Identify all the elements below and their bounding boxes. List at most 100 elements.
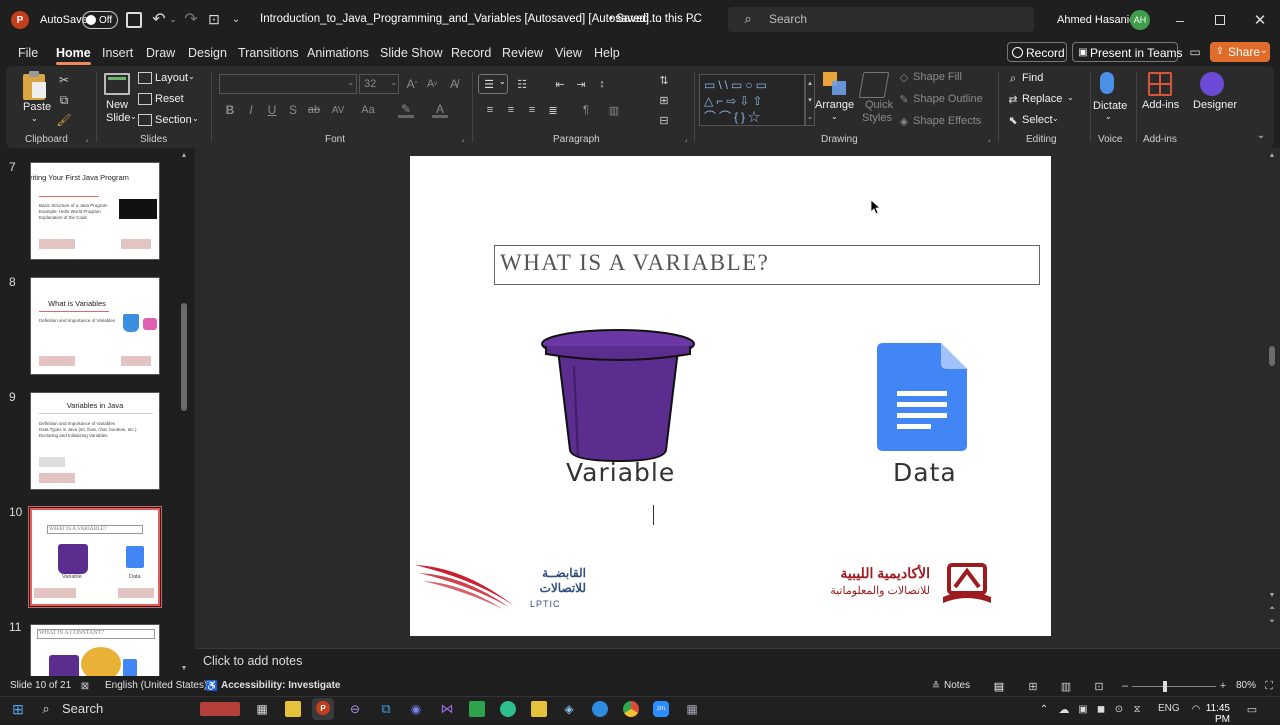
find-button[interactable]: Find — [1022, 72, 1043, 84]
paste-icon[interactable] — [23, 71, 46, 100]
slide-title[interactable]: WHAT IS A VARIABLE? — [500, 250, 769, 276]
shape-effects-button[interactable]: Shape Effects — [913, 115, 981, 127]
spelling-icon[interactable]: ⊠ — [78, 679, 92, 693]
powerpoint-taskbar-icon[interactable]: P — [312, 698, 334, 720]
decrease-indent-icon[interactable]: ⇤ — [552, 76, 568, 92]
visual-studio-icon[interactable]: ⋈ — [439, 701, 455, 717]
font-size-dropdown[interactable]: 32 ⌄ — [359, 74, 399, 94]
slide-scrollbar[interactable] — [1269, 346, 1275, 366]
language-indicator[interactable]: English (United States) — [105, 680, 207, 691]
teams-icon[interactable]: ◉ — [408, 701, 424, 717]
tab-file[interactable]: File — [18, 46, 38, 60]
tab-slide-show[interactable]: Slide Show — [380, 46, 443, 60]
present-icon[interactable]: ⊡ — [205, 10, 223, 28]
reading-view-icon[interactable]: ▥ — [1059, 679, 1073, 693]
character-spacing-icon[interactable]: AV — [328, 102, 348, 118]
align-center-icon[interactable]: ≡ — [503, 102, 519, 118]
tab-review[interactable]: Review — [502, 46, 543, 60]
document-image[interactable] — [877, 343, 969, 451]
shape-outline-button[interactable]: Shape Outline — [913, 93, 983, 105]
addins-icon[interactable] — [1148, 72, 1172, 96]
cloud-icon[interactable] — [592, 701, 608, 717]
app-tray-icon[interactable]: ◼ — [1093, 701, 1109, 717]
arrange-icon[interactable] — [823, 72, 849, 98]
user-name[interactable]: Ahmed Hasanien — [1057, 14, 1141, 26]
align-right-icon[interactable]: ≡ — [524, 102, 540, 118]
strikethrough-icon[interactable]: ab — [306, 102, 322, 118]
notes-pane[interactable]: Click to add notes — [195, 648, 1280, 676]
text-direction-vertical-icon[interactable]: ⇅ — [656, 72, 672, 88]
store-icon[interactable] — [469, 701, 485, 717]
calculator-icon[interactable]: ▦ — [684, 701, 700, 717]
customize-toolbar-icon[interactable]: ⌄ — [230, 10, 242, 28]
addins-button[interactable]: Add-ins — [1142, 99, 1179, 111]
accessibility-status[interactable]: Accessibility: Investigate — [221, 680, 341, 691]
reset-button[interactable]: Reset — [155, 93, 184, 105]
increase-font-icon[interactable]: A ^ — [404, 76, 420, 92]
select-button[interactable]: Select — [1022, 114, 1053, 126]
collapse-ribbon-icon[interactable]: ⌄ — [1254, 128, 1268, 142]
notes-toggle[interactable]: Notes — [944, 680, 970, 691]
close-icon[interactable]: ✕ — [1250, 10, 1270, 30]
line-spacing-icon[interactable]: ↕ — [594, 76, 610, 92]
chevron-up-icon[interactable]: ⌃ — [1038, 701, 1050, 717]
dialog-launcher-icon[interactable]: ⌟ — [458, 134, 468, 144]
slide-thumbnail-11[interactable]: WHAT IS A CONSTANT? — [30, 624, 160, 678]
clock[interactable]: 11:45 PM — [1190, 703, 1230, 725]
slideshow-icon[interactable]: ⊡ — [1092, 679, 1106, 693]
slide-thumbnail-8[interactable]: What is Variables Definition and Importa… — [30, 277, 160, 375]
quick-styles-button[interactable]: Quick — [865, 99, 893, 111]
shapes-gallery[interactable]: ▭\\▭○▭ △⌐⇨⇩⇧ ⌒⌒{}☆ — [699, 74, 805, 126]
decrease-font-icon[interactable]: Av — [424, 76, 440, 92]
replace-button[interactable]: Replace — [1022, 93, 1062, 105]
bucket-image[interactable] — [540, 326, 695, 463]
undo-icon[interactable]: ↶ — [150, 10, 168, 28]
underline-icon[interactable]: U — [264, 102, 280, 118]
save-icon[interactable] — [126, 12, 142, 28]
undo-dropdown-icon[interactable]: ⌄ — [168, 10, 178, 28]
quick-styles-icon[interactable] — [858, 72, 890, 98]
slide-thumbnail-9[interactable]: Variables in Java Definition and Importa… — [30, 392, 160, 490]
taskbar-search-label[interactable]: Search — [62, 701, 103, 716]
app-icon[interactable]: ◈ — [561, 701, 577, 717]
app-tray-icon[interactable]: ▣ — [1075, 701, 1091, 717]
language-indicator[interactable]: ENG — [1158, 703, 1180, 714]
folder-icon[interactable] — [531, 701, 547, 717]
clear-formatting-icon[interactable]: A̸ — [446, 76, 462, 92]
columns-icon[interactable]: ▥ — [606, 102, 622, 118]
autosave-toggle[interactable]: Off — [82, 11, 118, 29]
desktop-icon[interactable]: ▦ — [254, 701, 270, 717]
cut-icon[interactable]: ✂ — [56, 72, 72, 88]
section-button[interactable]: Section — [155, 114, 192, 126]
dialog-launcher-icon[interactable]: ⌟ — [82, 134, 92, 144]
dictate-button[interactable]: Dictate — [1093, 100, 1127, 112]
slide[interactable]: WHAT IS A VARIABLE? Variable Data القابض… — [410, 156, 1051, 636]
new-slide-icon[interactable] — [104, 73, 130, 95]
tab-design[interactable]: Design — [188, 46, 227, 60]
record-button[interactable]: Record — [1007, 42, 1067, 62]
shape-fill-button[interactable]: Shape Fill — [913, 71, 962, 83]
align-left-icon[interactable]: ≡ — [482, 102, 498, 118]
paste-button[interactable]: Paste — [23, 101, 51, 113]
zoom-slider[interactable] — [1132, 686, 1216, 687]
app-icon[interactable]: ⊖ — [347, 701, 363, 717]
scroll-up-icon[interactable]: ▲ — [179, 150, 189, 160]
shapes-scroll[interactable]: ▴ ▾ ⌄ — [805, 74, 815, 126]
avatar[interactable]: AH — [1130, 10, 1150, 30]
app-tray-icon[interactable]: ⊙ — [1111, 701, 1127, 717]
layout-button[interactable]: Layout — [155, 72, 188, 84]
notification-icon[interactable]: ▭ — [1244, 701, 1260, 717]
zoom-level[interactable]: 80% — [1236, 680, 1256, 691]
search-icon[interactable]: ⌕ — [38, 701, 54, 717]
zoom-slider-thumb[interactable] — [1163, 681, 1167, 692]
present-in-teams-button[interactable]: ▣ Present in Teams — [1072, 42, 1183, 62]
data-label[interactable]: Data — [893, 458, 957, 487]
share-button[interactable]: ⇪ Share ⌄ — [1210, 42, 1270, 62]
convert-smartart-icon[interactable]: ⊟ — [656, 112, 672, 128]
variable-label[interactable]: Variable — [566, 458, 675, 487]
tab-home[interactable]: Home — [56, 46, 91, 65]
normal-view-icon[interactable]: ▤ — [992, 679, 1006, 693]
font-name-dropdown[interactable]: ⌄ — [219, 74, 357, 94]
chrome-icon[interactable] — [623, 701, 639, 717]
minimize-icon[interactable]: – — [1170, 10, 1190, 30]
